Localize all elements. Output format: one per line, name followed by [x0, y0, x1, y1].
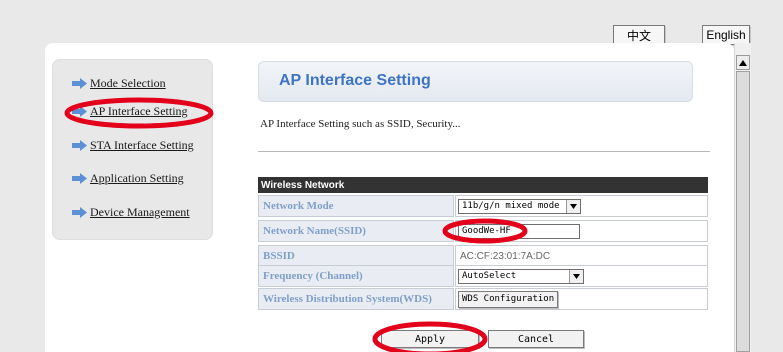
- page-header: AP Interface Setting: [258, 61, 693, 102]
- table-row-bssid: BSSID AC:CF:23:01:7A:DC: [258, 245, 708, 267]
- ssid-value: GoodWe-HF: [462, 226, 511, 236]
- table-row-ssid: Network Name(SSID) GoodWe-HF: [258, 220, 708, 242]
- vertical-scrollbar[interactable]: [734, 43, 751, 352]
- frequency-cell: AutoSelect: [455, 265, 708, 287]
- network-mode-select[interactable]: 11b/g/n mixed mode: [458, 198, 581, 214]
- sidebar-item-sta-interface-setting[interactable]: STA Interface Setting: [72, 136, 194, 154]
- cancel-button[interactable]: Cancel: [488, 330, 584, 348]
- page-description: AP Interface Setting such as SSID, Secur…: [260, 118, 461, 130]
- chevron-down-icon[interactable]: [569, 269, 583, 283]
- sidebar-item-label: AP Interface Setting: [90, 103, 188, 118]
- table-row-wds: Wireless Distribution System(WDS) WDS Co…: [258, 288, 708, 310]
- scrollbar-thumb[interactable]: [736, 71, 750, 352]
- frequency-label: Frequency (Channel): [258, 265, 454, 287]
- sidebar-item-ap-interface-setting[interactable]: AP Interface Setting: [72, 102, 188, 120]
- sidebar-item-label: STA Interface Setting: [90, 137, 194, 152]
- sidebar-item-label: Application Setting: [90, 170, 184, 185]
- sidebar-item-device-management[interactable]: Device Management: [72, 203, 190, 221]
- page-title: AP Interface Setting: [279, 72, 431, 89]
- network-mode-value: 11b/g/n mixed mode: [462, 201, 560, 211]
- wds-label: Wireless Distribution System(WDS): [258, 288, 454, 310]
- arrow-right-icon: [72, 206, 87, 218]
- ssid-input[interactable]: GoodWe-HF: [458, 223, 580, 239]
- bssid-cell: AC:CF:23:01:7A:DC: [455, 245, 708, 267]
- ssid-cell: GoodWe-HF: [455, 220, 708, 242]
- arrow-right-icon: [72, 105, 87, 117]
- sidebar-item-application-setting[interactable]: Application Setting: [72, 169, 184, 187]
- network-mode-label: Network Mode: [258, 195, 454, 217]
- divider: [258, 151, 710, 152]
- arrow-right-icon: [72, 172, 87, 184]
- frequency-select[interactable]: AutoSelect: [458, 268, 584, 284]
- scroll-up-icon[interactable]: [736, 55, 750, 70]
- arrow-right-icon: [72, 139, 87, 151]
- apply-button[interactable]: Apply: [381, 330, 479, 348]
- bssid-label: BSSID: [258, 245, 454, 267]
- sidebar-item-label: Mode Selection: [90, 75, 166, 90]
- sidebar: Mode Selection AP Interface Setting STA …: [52, 59, 213, 240]
- network-mode-cell: 11b/g/n mixed mode: [455, 195, 708, 217]
- sidebar-item-mode-selection[interactable]: Mode Selection: [72, 74, 166, 92]
- english-language-button[interactable]: English: [702, 25, 750, 45]
- table-row-network-mode: Network Mode 11b/g/n mixed mode: [258, 195, 708, 217]
- wds-cell: WDS Configuration: [455, 288, 708, 310]
- bssid-value: AC:CF:23:01:7A:DC: [460, 250, 551, 262]
- browser-viewport: 中文 English Mode Selection AP Interface S…: [0, 0, 783, 352]
- frequency-value: AutoSelect: [462, 271, 517, 281]
- chevron-down-icon[interactable]: [566, 199, 580, 213]
- arrow-right-icon: [72, 77, 87, 89]
- wds-configuration-button[interactable]: WDS Configuration: [458, 290, 559, 308]
- chinese-language-button[interactable]: 中文: [613, 25, 665, 45]
- ssid-label: Network Name(SSID): [258, 220, 454, 242]
- sidebar-item-label: Device Management: [90, 204, 190, 219]
- table-row-frequency: Frequency (Channel) AutoSelect: [258, 265, 708, 287]
- wireless-network-header: Wireless Network: [258, 177, 708, 193]
